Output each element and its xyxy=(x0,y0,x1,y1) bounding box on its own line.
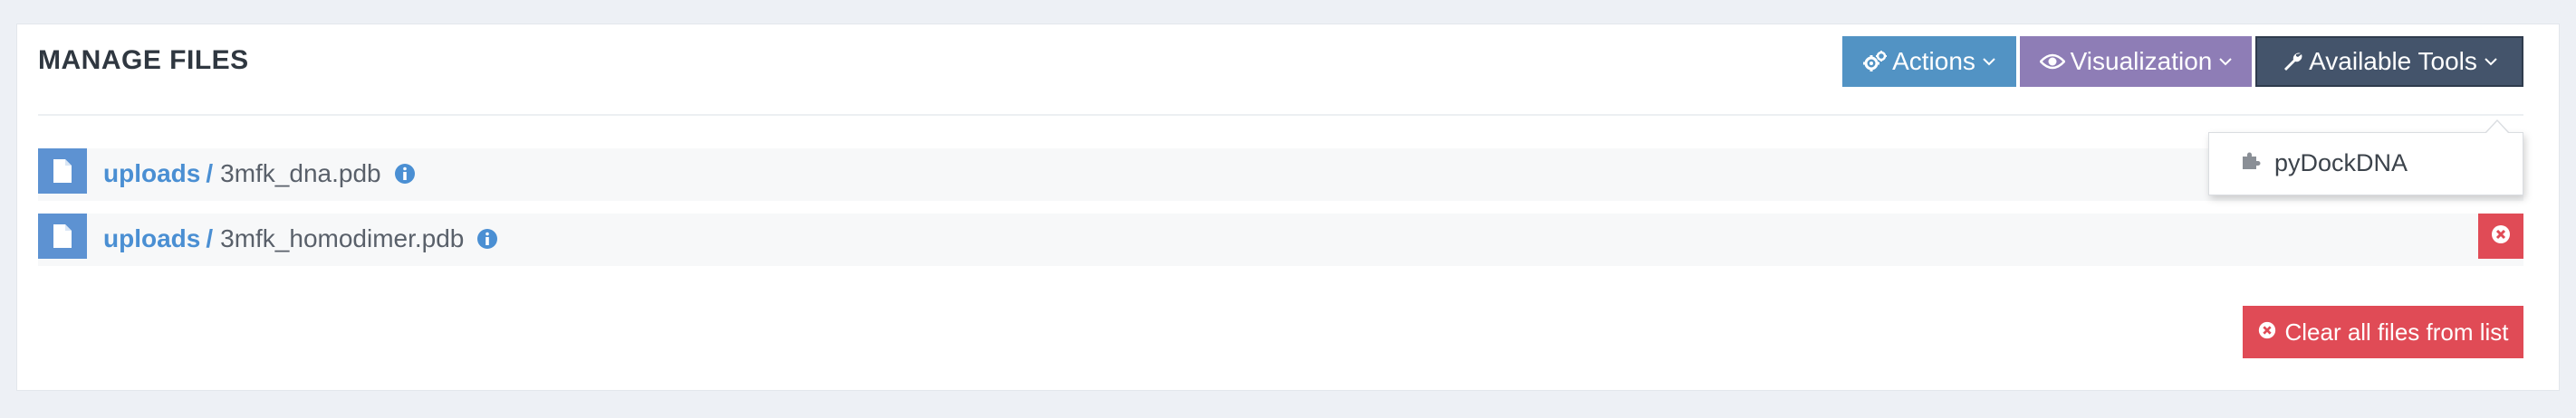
visualization-label: Visualization xyxy=(2070,47,2213,75)
info-icon[interactable] xyxy=(394,163,416,185)
dropdown-item-label: pyDockDNA xyxy=(2274,149,2408,176)
actions-button[interactable]: Actions xyxy=(1842,36,2016,87)
folder-link[interactable]: uploads xyxy=(103,224,200,253)
chevron-down-icon xyxy=(1983,57,1995,66)
available-tools-dropdown: pyDockDNA xyxy=(2208,132,2523,195)
puzzle-icon xyxy=(2240,149,2262,177)
chevron-down-icon xyxy=(2485,57,2497,66)
file-path: uploads / 3mfk_dna.pdb xyxy=(103,159,416,188)
clear-all-label: Clear all files from list xyxy=(2284,318,2509,346)
remove-file-button[interactable] xyxy=(2478,214,2523,259)
close-circle-icon xyxy=(2257,318,2277,347)
clear-all-files-button[interactable]: Clear all files from list xyxy=(2243,306,2523,358)
file-row: uploads / 3mfk_dna.pdb xyxy=(38,148,2523,201)
folder-link[interactable]: uploads xyxy=(103,159,200,188)
actions-label: Actions xyxy=(1892,47,1975,75)
file-row: uploads / 3mfk_homodimer.pdb xyxy=(38,214,2523,266)
panel-title: MANAGE FILES xyxy=(38,45,249,75)
dropdown-item-pydockdna[interactable]: pyDockDNA xyxy=(2240,149,2408,177)
gears-icon xyxy=(1863,51,1888,72)
info-icon[interactable] xyxy=(476,228,498,250)
file-path: uploads / 3mfk_homodimer.pdb xyxy=(103,224,498,253)
path-separator: / xyxy=(206,159,214,187)
close-circle-icon xyxy=(2490,223,2512,250)
visualization-button[interactable]: Visualization xyxy=(2020,36,2252,87)
path-separator: / xyxy=(206,224,214,252)
header-divider xyxy=(38,114,2523,116)
file-icon xyxy=(38,214,87,259)
file-name: 3mfk_homodimer.pdb xyxy=(220,224,465,252)
available-tools-button[interactable]: Available Tools xyxy=(2255,36,2523,87)
eye-icon xyxy=(2039,52,2065,71)
chevron-down-icon xyxy=(2219,57,2233,66)
file-icon xyxy=(38,148,87,194)
file-name: 3mfk_dna.pdb xyxy=(220,159,381,187)
wrench-icon xyxy=(2282,51,2303,72)
available-tools-label: Available Tools xyxy=(2309,47,2477,75)
dropdown-caret-fill xyxy=(2486,121,2508,133)
